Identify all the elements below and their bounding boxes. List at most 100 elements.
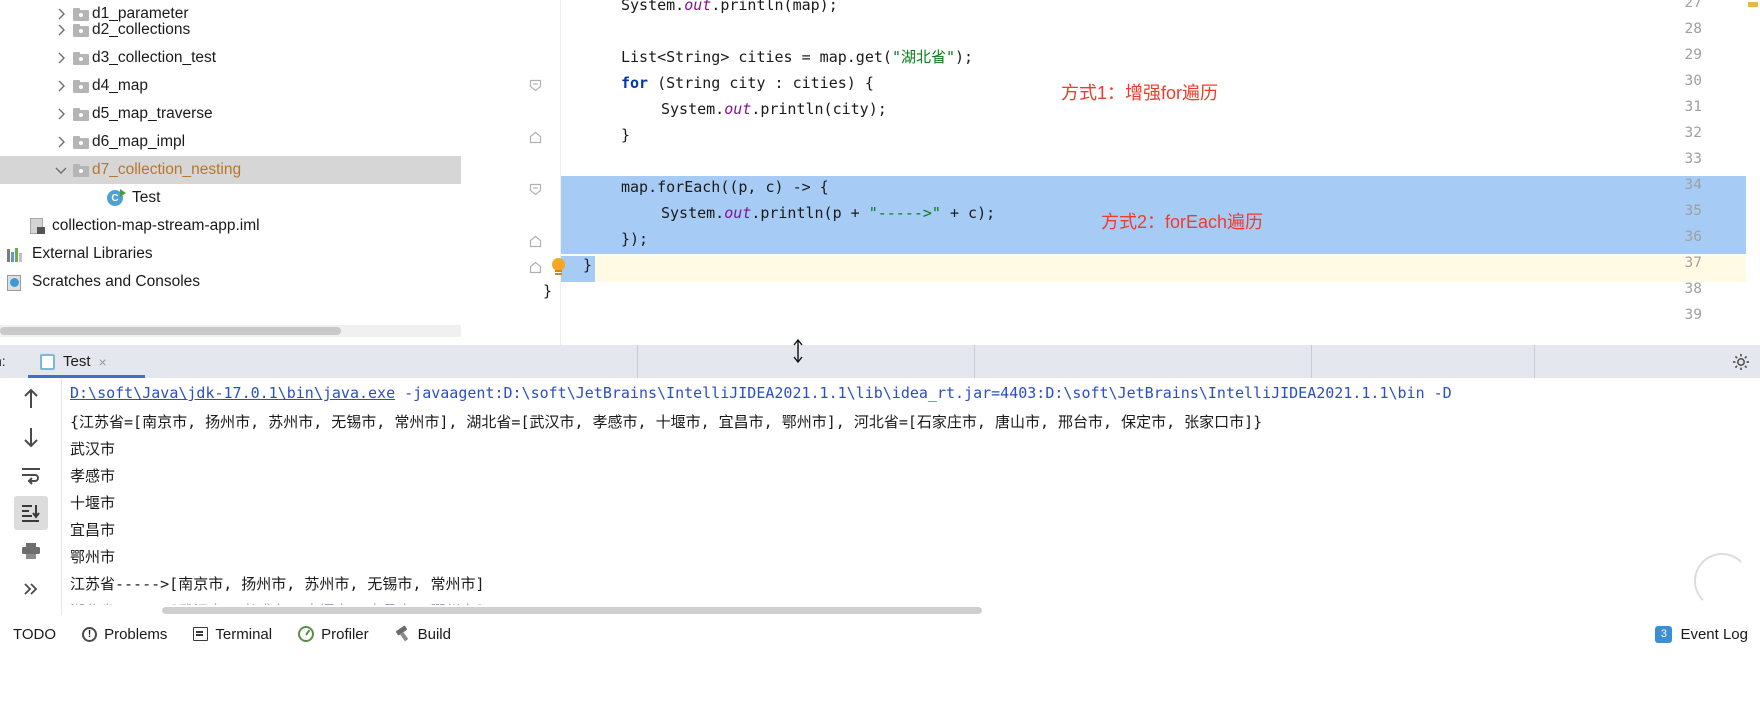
tree-item-label: External Libraries [32,245,153,262]
line-number: 37 [1684,255,1702,271]
tree-item-iml-file[interactable]: collection-map-stream-app.iml [0,212,461,240]
code-token: List<String> cities = map.get( [621,48,892,66]
console-horizontal-scrollbar[interactable] [62,605,1760,615]
run-tool-window[interactable]: n: Test × [0,345,1760,615]
line-number: 38 [1684,281,1702,297]
tabbar-divider [1311,345,1312,378]
profiler-icon [298,626,315,642]
console-line-command[interactable]: D:\soft\Java\jdk-17.0.1\bin\java.exe -ja… [70,384,1452,402]
run-tab-test[interactable]: Test × [28,345,119,378]
tabbar-divider [1534,345,1535,378]
tabbar-divider [637,345,638,378]
gutter-divider [560,0,561,345]
code-editor[interactable]: 27 28 29 30 31 32 33 34 35 36 37 38 39 S… [461,0,1760,345]
console-line: 十堰市 [70,494,116,512]
gear-icon[interactable] [1732,353,1750,371]
close-icon[interactable]: × [99,354,107,370]
line-number: 36 [1684,229,1702,245]
status-label: TODO [13,625,57,643]
console-line: 孝感市 [70,467,116,485]
scrollbar-thumb[interactable] [162,607,982,614]
ide-top-area: d1_parameter d2_collections d3_collectio… [0,0,1760,345]
line-number: 34 [1684,177,1702,193]
code-token-string: "----->" [868,204,941,222]
command-args: -javaagent:D:\soft\JetBrains\IntelliJIDE… [395,384,1452,402]
tree-item-label: d7_collection_nesting [92,161,242,178]
status-item-problems[interactable]: ! Problems [69,615,180,653]
tree-item-d2-collections[interactable]: d2_collections [0,16,461,44]
chevron-right-icon[interactable] [52,136,70,148]
tree-item-external-libraries[interactable]: External Libraries [0,240,461,268]
terminal-icon [193,627,209,641]
code-token: } [543,282,553,300]
chevron-down-icon[interactable] [52,166,70,175]
tree-item-scratches-consoles[interactable]: Scratches and Consoles [0,268,461,296]
chevron-right-icon[interactable] [52,52,70,64]
line-number: 39 [1684,307,1702,323]
scrollbar-thumb[interactable] [0,327,341,335]
editor-scrollbar-strip[interactable] [1746,0,1760,345]
code-line-36: }); [621,226,648,252]
code-line-30: for (String city : cities) { [621,70,874,96]
scroll-to-end-icon[interactable] [14,496,48,530]
fold-end-icon[interactable] [529,131,543,145]
code-line-31: System.out.println(city); [661,96,887,122]
run-tab-label: Test [63,353,91,370]
rerun-up-icon[interactable] [14,382,48,416]
fold-end-icon[interactable] [529,261,543,275]
chevron-right-icon[interactable] [52,108,70,120]
tree-item-d5-map-traverse[interactable]: d5_map_traverse [0,100,461,128]
status-bar[interactable]: TODO ! Problems Terminal Profiler Build … [0,615,1760,715]
code-token-field: out [684,0,712,14]
code-token: .println(city); [751,100,887,118]
project-tree-panel[interactable]: d1_parameter d2_collections d3_collectio… [0,0,461,325]
line-number: 35 [1684,203,1702,219]
warning-stripe[interactable] [1748,2,1758,7]
line-number: 33 [1684,151,1702,167]
tree-item-test-class[interactable]: C Test [0,184,461,212]
status-item-terminal[interactable]: Terminal [180,615,285,653]
tree-item-d3-collection-test[interactable]: d3_collection_test [0,44,461,72]
tree-item-label: d3_collection_test [92,49,217,66]
problems-icon: ! [82,626,98,642]
status-label: Problems [104,625,168,643]
status-event-log[interactable]: 3 Event Log [1655,615,1748,653]
intention-bulb-icon[interactable] [551,258,566,277]
project-tree-horizontal-scrollbar[interactable] [0,325,461,337]
status-item-build[interactable]: Build [382,615,464,653]
code-token-keyword: for [621,74,649,92]
print-icon[interactable] [14,534,48,568]
folder-icon [70,23,92,37]
status-item-profiler[interactable]: Profiler [285,615,382,653]
fold-collapse-icon[interactable] [529,183,543,197]
tree-item-d7-collection-nesting[interactable]: d7_collection_nesting [0,156,461,184]
tree-item-d6-map-impl[interactable]: d6_map_impl [0,128,461,156]
status-item-todo[interactable]: TODO [0,615,69,653]
chevron-right-icon[interactable] [52,80,70,92]
code-token: + c); [940,204,996,222]
code-token: System. [661,100,725,118]
soft-wrap-icon[interactable] [14,458,48,492]
console-output[interactable]: D:\soft\Java\jdk-17.0.1\bin\java.exe -ja… [62,378,1760,615]
code-token: ); [955,48,974,66]
tree-item-label: Test [132,189,161,206]
code-token: System. [621,0,685,14]
code-token: .println(map); [711,0,838,14]
status-label: Terminal [215,625,273,643]
console-progress-ring [1694,553,1750,609]
chevron-right-icon[interactable] [52,24,70,36]
folder-icon [70,51,92,65]
tree-item-label: d2_collections [92,21,191,38]
tree-item-d4-map[interactable]: d4_map [0,72,461,100]
folder-icon [70,79,92,93]
code-token: System. [661,204,725,222]
more-icon[interactable] [14,572,48,606]
fold-end-icon[interactable] [529,235,543,249]
java-exe-link[interactable]: D:\soft\Java\jdk-17.0.1\bin\java.exe [70,384,395,402]
code-line-35: System.out.println(p + "----->" + c); [661,200,995,226]
status-label: Build [417,625,451,643]
line-number: 27 [1684,0,1702,11]
fold-collapse-icon[interactable] [529,79,543,93]
rerun-down-icon[interactable] [14,420,48,454]
console-side-toolbar[interactable] [0,378,62,615]
